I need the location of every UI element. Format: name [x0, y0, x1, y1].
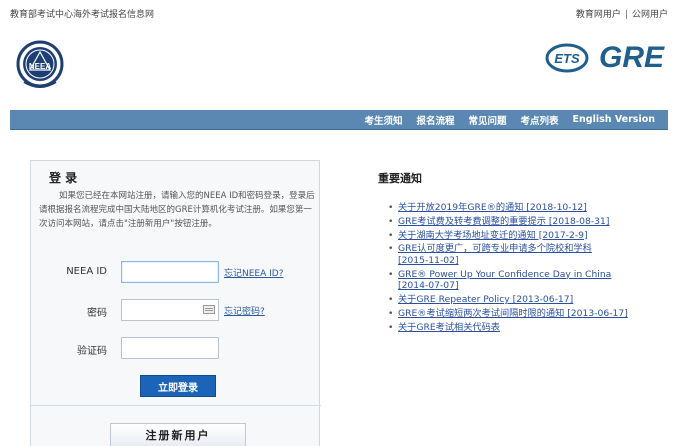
- user-type-links: 教育网用户 | 公网用户: [576, 7, 668, 20]
- main-nav: 考生须知 报名流程 常见问题 考点列表 English Version: [10, 110, 668, 130]
- register-button[interactable]: 注册新用户: [110, 423, 246, 446]
- notice-link[interactable]: GRE® Power Up Your Confidence Day in Chi…: [398, 269, 611, 280]
- nav-item-centers[interactable]: 考点列表: [514, 113, 566, 127]
- ets-logo-icon: ETS: [545, 43, 589, 73]
- neea-id-input[interactable]: [121, 261, 219, 283]
- notice-item: GRE®考试缩短两次考试间隔时限的通知 [2013-06-17]: [388, 308, 668, 320]
- svg-text:NEEA: NEEA: [29, 62, 51, 71]
- notice-item: 关于开放2019年GRE®的通知 [2018-10-12]: [388, 202, 668, 214]
- neea-logo: NEEA: [16, 40, 64, 88]
- notice-link[interactable]: GRE考试费及转考费调整的重要提示 [2018-08-31]: [398, 216, 609, 227]
- edu-user-link[interactable]: 教育网用户: [576, 10, 621, 20]
- neea-id-row: NEEA ID 忘记NEEA ID?: [31, 261, 321, 283]
- site-title: 教育部考试中心海外考试报名信息网: [10, 10, 155, 20]
- ets-gre-brand: ETS GRE: [545, 41, 664, 74]
- notice-link[interactable]: GRE®考试缩短两次考试间隔时限的通知 [2013-06-17]: [398, 308, 628, 319]
- notice-item: 关于GRE Repeater Policy [2013-06-17]: [388, 294, 668, 306]
- forgot-neea-id-link[interactable]: 忘记NEEA ID?: [224, 266, 284, 279]
- login-intro: 如果您已经在本网站注册，请输入您的NEEA ID和密码登录，登录后请根据报名流程…: [39, 191, 315, 229]
- notice-link[interactable]: 关于开放2019年GRE®的通知 [2018-10-12]: [398, 202, 587, 213]
- password-row: 密码 忘记密码?: [31, 299, 321, 321]
- login-button[interactable]: 立即登录: [140, 375, 216, 397]
- keyboard-icon[interactable]: [203, 305, 215, 314]
- captcha-row: 验证码: [31, 337, 321, 359]
- nav-item-process[interactable]: 报名流程: [410, 113, 462, 127]
- neea-id-label: NEEA ID: [66, 266, 107, 277]
- separator: |: [624, 10, 628, 20]
- nav-item-notice[interactable]: 考生须知: [357, 113, 409, 127]
- captcha-input[interactable]: [121, 337, 219, 359]
- notice-item: 关于湖南大学考场地址变迁的通知 [2017-2-9]: [388, 230, 668, 242]
- notice-item: GRE认可度更广，可跨专业申请多个院校和学科[2015-11-02]: [388, 243, 668, 266]
- login-panel: 登 录 如果您已经在本网站注册，请输入您的NEEA ID和密码登录，登录后请根据…: [30, 160, 321, 446]
- public-user-link[interactable]: 公网用户: [632, 10, 668, 20]
- notice-item: GRE考试费及转考费调整的重要提示 [2018-08-31]: [388, 216, 668, 228]
- notice-link[interactable]: 关于湖南大学考场地址变迁的通知 [2017-2-9]: [398, 230, 588, 241]
- forgot-password-link[interactable]: 忘记密码?: [224, 304, 265, 317]
- notice-link[interactable]: GRE认可度更广，可跨专业申请多个院校和学科: [398, 243, 592, 254]
- notice-list: 关于开放2019年GRE®的通知 [2018-10-12] GRE考试费及转考费…: [388, 202, 668, 335]
- notice-item: 关于GRE考试相关代码表: [388, 322, 668, 334]
- login-title: 登 录: [49, 171, 78, 185]
- notice-link[interactable]: 关于GRE考试相关代码表: [398, 322, 500, 333]
- password-label: 密码: [87, 308, 107, 319]
- gre-logo-text: GRE: [598, 41, 664, 74]
- nav-item-english[interactable]: English Version: [566, 114, 662, 125]
- captcha-label: 验证码: [77, 346, 107, 357]
- panel-divider: [31, 405, 321, 406]
- notices-title: 重要通知: [378, 172, 422, 185]
- svg-text:ETS: ETS: [554, 51, 580, 66]
- notice-link[interactable]: 关于GRE Repeater Policy [2013-06-17]: [398, 294, 573, 305]
- nav-item-faq[interactable]: 常见问题: [462, 113, 514, 127]
- notice-item: GRE® Power Up Your Confidence Day in Chi…: [388, 269, 668, 292]
- notice-link-date[interactable]: [2014-07-07]: [398, 280, 459, 291]
- notice-link-date[interactable]: [2015-11-02]: [398, 255, 459, 266]
